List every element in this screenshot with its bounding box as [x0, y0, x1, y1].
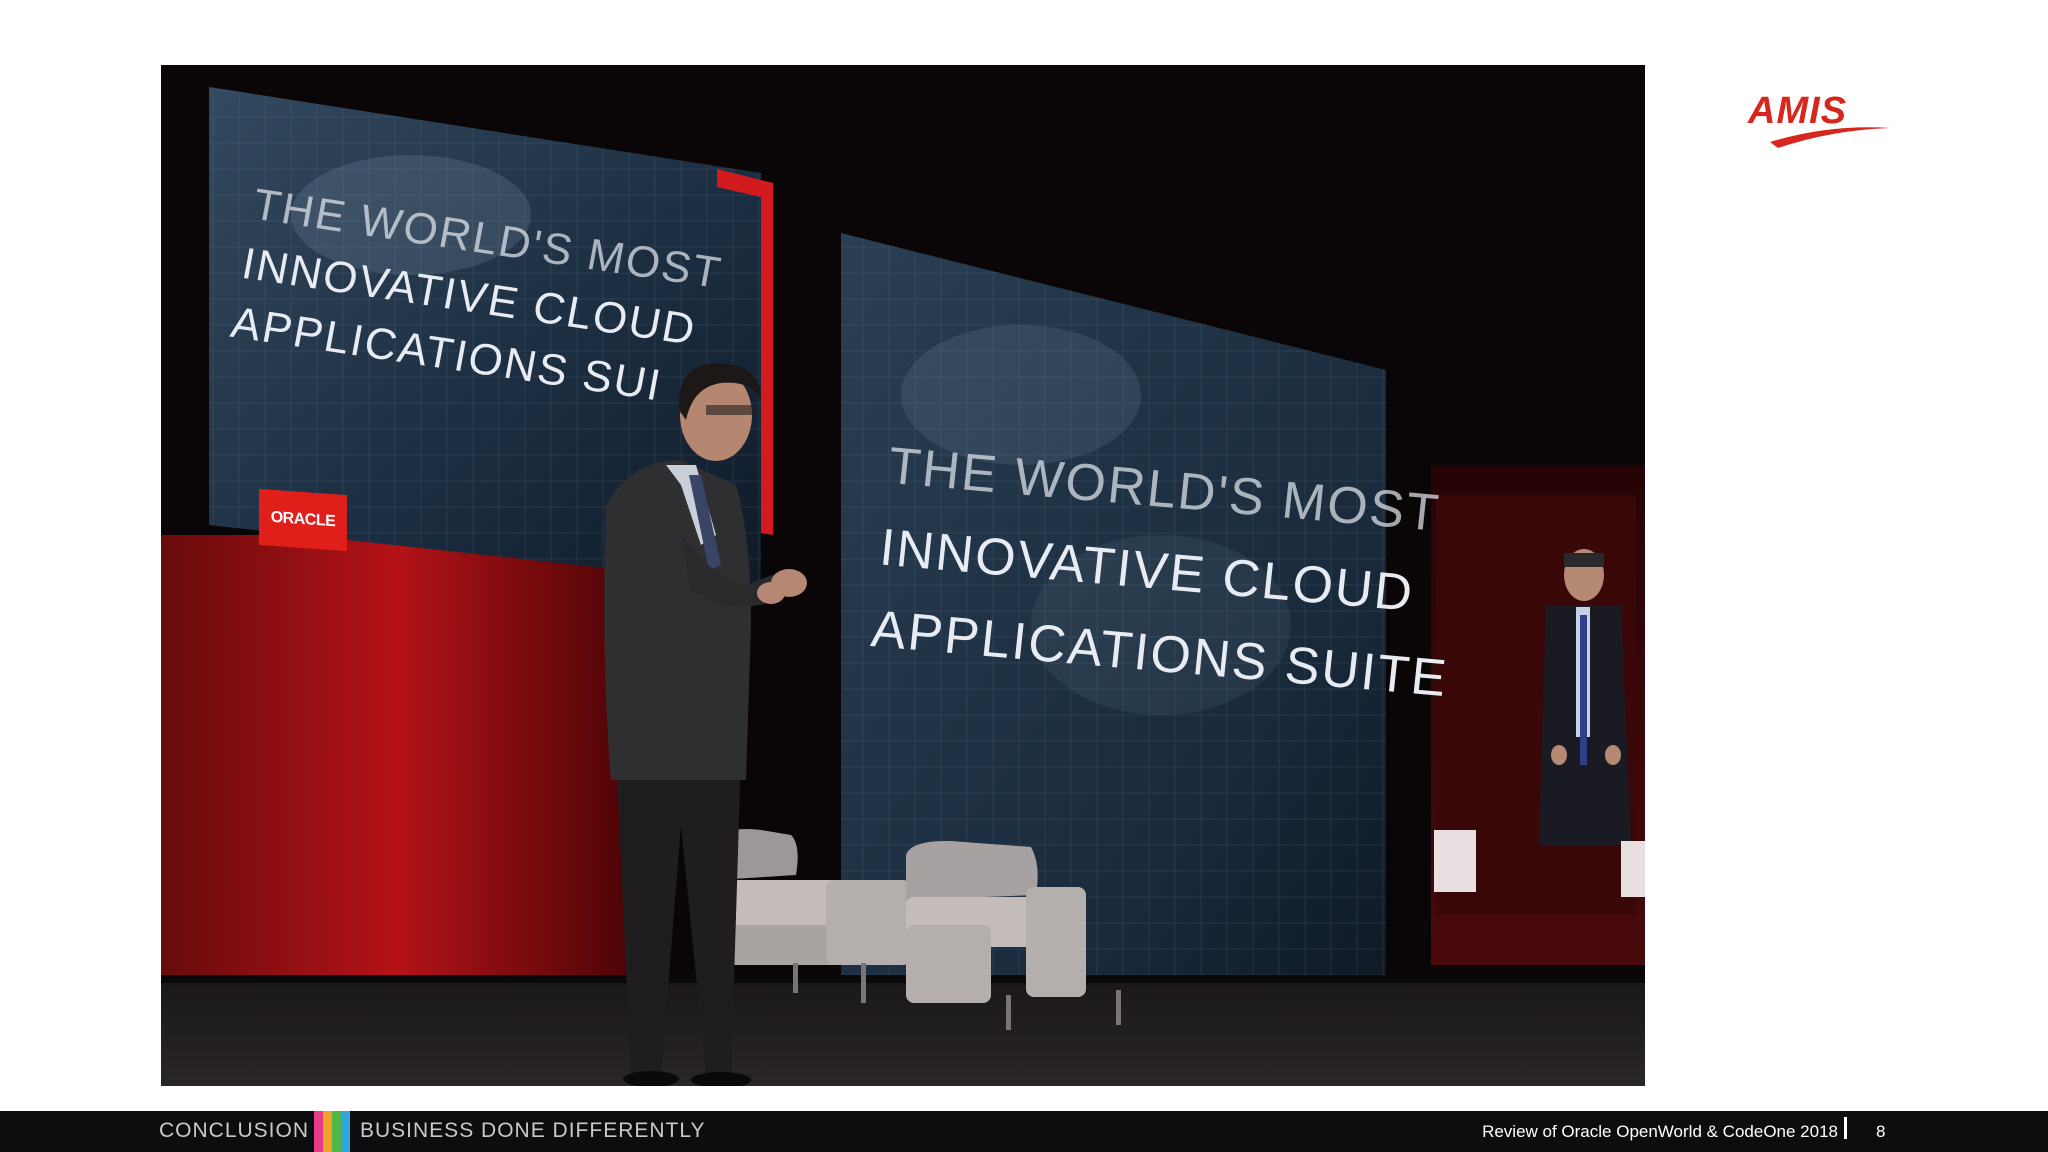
color-bar-blue — [341, 1111, 350, 1152]
oracle-badge: ORACLE — [259, 488, 347, 552]
color-bar-green — [332, 1111, 341, 1152]
page-number: 8 — [1876, 1122, 1886, 1141]
color-bar-pink — [314, 1111, 323, 1152]
footer-separator — [1844, 1117, 1847, 1139]
center-screen-headline: The World's Most Innovative Cloud Applic… — [867, 425, 1469, 720]
footer-section-label: CONCLUSION — [159, 1119, 310, 1142]
amis-logo: AMIS — [1740, 90, 1900, 150]
color-bars-divider — [314, 1111, 350, 1152]
footer-tagline: BUSINESS DONE DIFFERENTLY — [360, 1119, 706, 1142]
stage-photo: The World's Most Innovative Cloud Applic… — [161, 65, 1645, 1086]
slide: AMIS THE WORLD'S MOST INNOVATIVE CLOUD A… — [0, 0, 2048, 1152]
footer-presentation-title: Review of Oracle OpenWorld & CodeOne 201… — [1482, 1122, 1838, 1141]
color-bar-orange — [323, 1111, 332, 1152]
logo-swoosh-icon — [1770, 127, 1890, 148]
footer-bar: CONCLUSION BUSINESS DONE DIFFERENTLY Rev… — [0, 1111, 2048, 1152]
